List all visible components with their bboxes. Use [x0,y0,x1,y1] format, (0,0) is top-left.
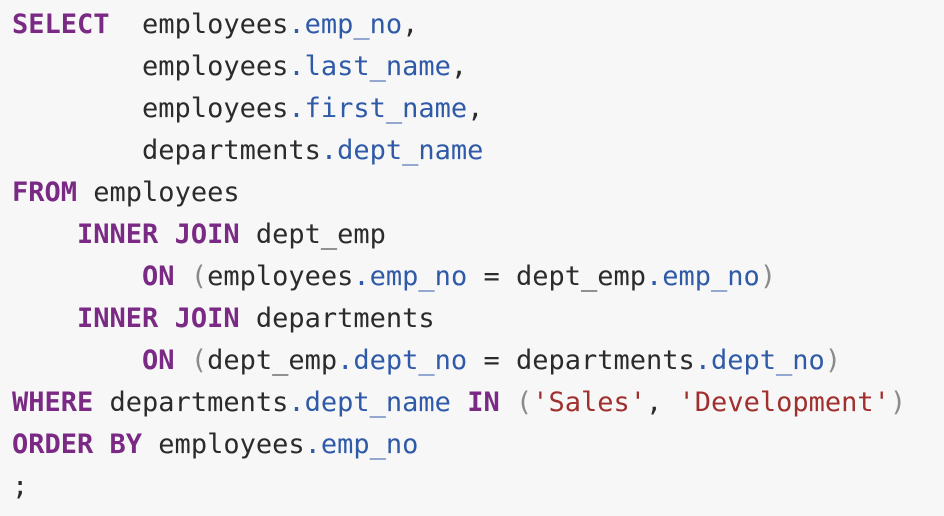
sql-keyword: INNER JOIN [77,219,240,250]
code-line: ORDER BY employees.emp_no [12,424,944,466]
code-line: employees.last_name, [12,46,944,88]
identifier-text: = departments [467,345,695,376]
identifier-text: departments [239,303,435,334]
identifier-text: dept_emp [207,345,338,376]
sql-keyword: WHERE [12,387,94,418]
identifier-text: ; [12,471,29,502]
code-line: ; [12,466,944,508]
field-name: .emp_no [304,429,419,460]
identifier-text: employees [142,429,305,460]
identifier-text [500,387,516,418]
field-name: .emp_no [646,261,760,292]
identifier-text: employees [12,93,289,124]
identifier-text: dept_emp [239,219,386,250]
parenthesis: ) [759,261,777,292]
identifier-text: = dept_emp [467,261,647,292]
identifier-text [12,345,142,376]
field-name: .dept_name [320,135,484,166]
identifier-text [451,387,467,418]
identifier-text [175,261,191,292]
sql-keyword: INNER JOIN [77,303,240,334]
identifier-text: employees [77,177,240,208]
sql-keyword: ON [142,261,175,292]
identifier-text [12,261,142,292]
parenthesis: ( [190,345,208,376]
sql-keyword: IN [467,387,500,418]
code-line: employees.first_name, [12,88,944,130]
code-line: ON (dept_emp.dept_no = departments.dept_… [12,340,944,382]
code-line: FROM employees [12,172,944,214]
code-line: ON (employees.emp_no = dept_emp.emp_no) [12,256,944,298]
sql-keyword: ON [142,345,175,376]
identifier-text: , [450,51,468,82]
field-name: .emp_no [288,9,403,40]
identifier-text: departments [93,387,289,418]
identifier-text [12,219,77,250]
parenthesis: ( [190,261,208,292]
parenthesis: ) [889,387,907,418]
field-name: .dept_no [337,345,468,376]
identifier-text: , [402,9,419,40]
identifier-text: employees [207,261,354,292]
code-line: WHERE departments.dept_name IN ('Sales',… [12,382,944,424]
identifier-text: , [467,93,484,124]
field-name: .dept_name [288,387,451,418]
field-name: .emp_no [353,261,468,292]
field-name: .dept_no [694,345,825,376]
field-name: .first_name [288,93,468,124]
code-line: departments.dept_name [12,130,944,172]
identifier-text: employees [109,9,289,40]
identifier-text: departments [12,135,321,166]
string-literal: 'Development' [678,387,890,418]
identifier-text [12,303,77,334]
string-literal: 'Sales' [532,387,647,418]
sql-keyword: SELECT [12,9,110,40]
code-line: INNER JOIN departments [12,298,944,340]
parenthesis: ( [515,387,533,418]
sql-keyword: FROM [12,177,78,208]
field-name: .last_name [288,51,451,82]
sql-keyword: ORDER BY [12,429,143,460]
identifier-text [175,345,191,376]
identifier-text: employees [12,51,289,82]
identifier-text: , [646,387,679,418]
code-line: SELECT employees.emp_no, [12,4,944,46]
parenthesis: ) [824,345,842,376]
code-line: INNER JOIN dept_emp [12,214,944,256]
sql-code-editor[interactable]: SELECT employees.emp_no, employees.last_… [0,0,944,516]
